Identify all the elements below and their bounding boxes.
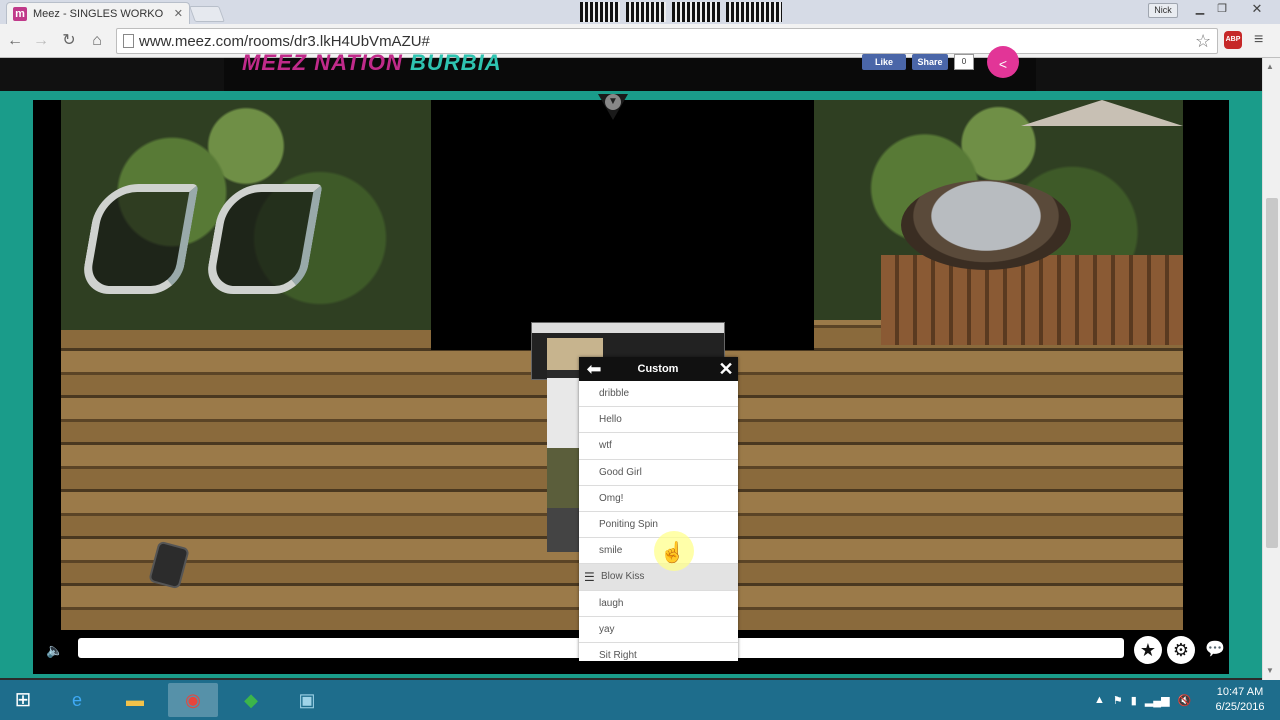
brand-part2: BURBIA	[410, 50, 502, 75]
browser-menu-icon[interactable]: ≡	[1254, 32, 1270, 48]
hand-cursor-icon: ☝	[660, 542, 685, 564]
speaker-icon[interactable]: 🔈	[45, 640, 65, 660]
signal-icon[interactable]: ▂▄▆	[1145, 694, 1170, 707]
title-graphic-block	[726, 2, 782, 22]
emote-item-label: smile	[599, 545, 623, 557]
window-titlebar: m Meez - SINGLES WORKO ✕ Nick ▁ ❐ ✕	[0, 0, 1280, 24]
title-graphic-block	[626, 2, 666, 22]
emote-menu-title: Custom	[637, 363, 679, 375]
windows-start-icon[interactable]: ⊞	[10, 688, 36, 712]
back-arrow-icon[interactable]: ⬅	[583, 358, 605, 380]
gear-icon[interactable]: ⚙	[1167, 636, 1195, 664]
page-icon	[123, 34, 134, 48]
emote-list: dribble Hello wtf Good Girl Omg! Poniting Spi…	[579, 381, 738, 661]
collapse-arrow-icon[interactable]: ▼	[605, 94, 621, 110]
bookmark-star-icon[interactable]: ☆	[1195, 31, 1211, 52]
adblock-icon[interactable]: ABP	[1224, 31, 1242, 49]
emote-item[interactable]: wtf	[579, 433, 738, 460]
chrome-icon[interactable]: ◉	[168, 683, 218, 717]
reload-icon[interactable]: ↻	[58, 30, 80, 52]
url-text[interactable]: www.meez.com/rooms/dr3.lkH4UbVmAZU#	[139, 33, 430, 50]
emote-item[interactable]: Sit Right	[579, 643, 738, 661]
tray-expand-icon[interactable]: ▲	[1094, 694, 1105, 706]
emote-item-label: laugh	[599, 597, 624, 609]
meez-favicon-icon: m	[13, 6, 27, 21]
close-icon[interactable]: ✕	[715, 357, 737, 381]
round-sofa[interactable]	[901, 180, 1071, 270]
title-graphic-block	[580, 2, 620, 22]
file-explorer-icon[interactable]: ▬	[110, 683, 160, 717]
emote-menu: ⬅ Custom ✕ dribble Hello wtf Good Girl Omg! P…	[579, 357, 738, 661]
emote-item[interactable]: Hello	[579, 407, 738, 434]
facebook-share-button[interactable]: Share	[912, 54, 948, 70]
header-banner: MEEZ NATION BURBIA Like Share 0 <	[224, 46, 1036, 91]
page-scrollbar[interactable]: ▲ ▼	[1262, 58, 1280, 680]
emote-item[interactable]: Poniting Spin	[579, 512, 738, 539]
browser-tab[interactable]: m Meez - SINGLES WORKO ✕	[6, 2, 190, 24]
emote-item-label: Poniting Spin	[599, 518, 658, 530]
emote-item-label: Omg!	[599, 492, 624, 504]
chat-bubble-icon[interactable]: 💬	[1203, 638, 1227, 662]
emote-item-label: Hello	[599, 414, 622, 426]
profile-badge[interactable]: Nick	[1148, 3, 1178, 18]
system-tray: ▲ ⚑ ▮ ▂▄▆ 🔇	[1094, 690, 1204, 710]
facebook-like-button[interactable]: Like	[862, 54, 906, 70]
emote-item-label: Good Girl	[599, 466, 642, 478]
tab-close-icon[interactable]: ✕	[174, 7, 183, 20]
emote-item[interactable]: dribble	[579, 381, 738, 408]
emote-item[interactable]: Omg!	[579, 486, 738, 512]
tab-title: Meez - SINGLES WORKO	[33, 7, 164, 20]
maximize-icon[interactable]: ❐	[1210, 1, 1234, 17]
emote-item-label: yay	[599, 623, 615, 635]
clock-date: 6/25/2016	[1215, 701, 1265, 713]
site-brand[interactable]: MEEZ NATION BURBIA	[242, 50, 502, 76]
emote-item-label: Sit Right	[599, 649, 637, 661]
app-green-icon[interactable]: ◆	[226, 683, 276, 717]
scroll-up-icon[interactable]: ▲	[1266, 62, 1274, 71]
site-header: MEEZ NATION BURBIA Like Share 0 <	[0, 46, 1262, 91]
emote-item-label: dribble	[599, 388, 630, 399]
clock-time: 10:47 AM	[1216, 686, 1264, 698]
emote-item-label: Blow Kiss	[601, 571, 645, 583]
battery-icon[interactable]: ▮	[1131, 694, 1137, 707]
video-screen	[431, 100, 814, 350]
scroll-thumb[interactable]	[1266, 198, 1278, 548]
app-window-icon[interactable]: ▣	[282, 683, 332, 717]
scroll-down-icon[interactable]: ▼	[1266, 666, 1274, 675]
flag-icon[interactable]: ⚑	[1113, 694, 1123, 707]
star-icon[interactable]: ★	[1134, 636, 1162, 664]
title-graphic	[580, 0, 806, 24]
forward-icon[interactable]: →	[30, 30, 52, 52]
emote-menu-header: ⬅ Custom ✕	[579, 357, 738, 381]
emote-item-label: wtf	[599, 440, 612, 452]
emote-item[interactable]: ☰ Blow Kiss	[579, 564, 738, 591]
browser-toolbar: ← → ↻ ⌂ www.meez.com/rooms/dr3.lkH4UbVmA…	[0, 24, 1280, 58]
clock[interactable]: 10:47 AM 6/25/2016	[1208, 685, 1272, 715]
windows-taskbar: ⊞ e ▬ ◉ ◆ ▣ ▲ ⚑ ▮ ▂▄▆ 🔇 10:47 AM 6/25/20…	[0, 680, 1280, 720]
brand-part1: MEEZ NATION	[242, 50, 403, 75]
back-icon[interactable]: ←	[4, 30, 26, 52]
internet-explorer-icon[interactable]: e	[52, 683, 102, 717]
window-close-icon[interactable]: ✕	[1236, 0, 1278, 18]
title-graphic-block	[672, 2, 720, 22]
emote-item[interactable]: laugh	[579, 591, 738, 617]
drag-handle-icon[interactable]: ☰	[584, 564, 595, 590]
share-count: 0	[954, 54, 974, 70]
new-tab-button[interactable]	[189, 6, 225, 22]
home-icon[interactable]: ⌂	[86, 30, 108, 52]
emote-item[interactable]: yay	[579, 617, 738, 643]
volume-icon[interactable]: 🔇	[1178, 694, 1192, 707]
raised-deck	[881, 255, 1183, 345]
minimize-icon[interactable]: ▁	[1188, 1, 1212, 17]
share-icon[interactable]: <	[987, 46, 1019, 78]
emote-item[interactable]: Good Girl	[579, 460, 738, 486]
